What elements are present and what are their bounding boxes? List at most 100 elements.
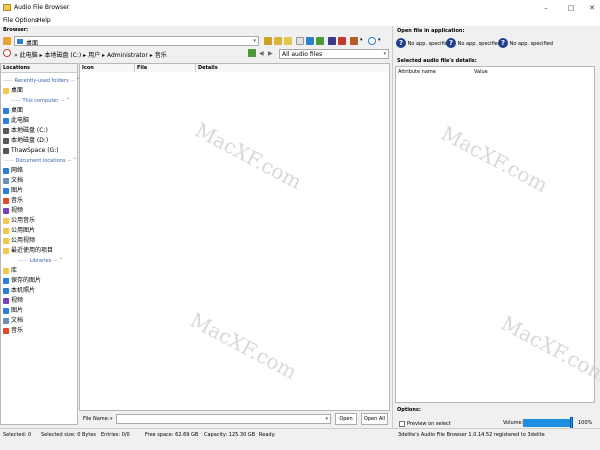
tree-item-label: 桌面 (11, 107, 24, 114)
view-icons-icon[interactable] (316, 37, 324, 45)
column-attribute-name[interactable]: Attribute name (398, 69, 436, 75)
tag-icon[interactable] (328, 37, 336, 45)
address-value: 桌面 (26, 40, 39, 47)
up-folder-icon[interactable] (274, 37, 282, 45)
search-dropdown-icon[interactable]: ▾ (378, 37, 381, 43)
bookmark-icon[interactable] (350, 37, 358, 45)
chevron-down-icon[interactable]: ▾ (383, 51, 386, 57)
filter-green-icon[interactable] (248, 49, 256, 57)
tree-item[interactable]: 本地磁盘 (C:) (3, 126, 77, 136)
app-slot-2[interactable]: ? No app. specified (446, 38, 501, 48)
tree-item[interactable]: 本地磁盘 (D:) (3, 136, 77, 146)
tree-item[interactable]: 桌面 (3, 86, 77, 96)
splitter[interactable] (392, 26, 393, 428)
watermark: MacXF.com (186, 307, 301, 385)
volume-value: 100% (578, 420, 593, 426)
tree-group-title: Document locations (15, 158, 66, 164)
tree-item[interactable]: 网络 (3, 166, 77, 176)
file-type-filter[interactable]: All audio files ▾ (279, 49, 389, 59)
folder-icon (3, 217, 9, 224)
tree-item[interactable]: 图片 (3, 306, 77, 316)
tree-item[interactable]: 库 (3, 266, 77, 276)
minimize-icon[interactable]: – (540, 4, 552, 13)
breadcrumb-item[interactable]: 音乐 (155, 52, 167, 59)
video-icon (3, 297, 9, 304)
file-list[interactable]: Icon File Details MacXF.com MacXF.com (79, 63, 390, 411)
collapse-icon[interactable]: ˄ (59, 258, 62, 264)
chevron-down-icon[interactable]: ▾ (253, 38, 256, 44)
open-all-button[interactable]: Open All (361, 413, 388, 425)
column-details[interactable]: Details (196, 64, 389, 72)
tree-item[interactable]: 音乐 (3, 326, 77, 336)
app-slot-label: No app. specified (509, 41, 553, 47)
tree-item[interactable]: 文档 (3, 176, 77, 186)
tree-item[interactable]: 保存的图片 (3, 276, 77, 286)
locations-panel: Locations —— Recently-used folders — ˄桌面… (0, 63, 79, 425)
open-in-label: Open file in application: (397, 28, 465, 34)
tree-item[interactable]: 公用视频 (3, 236, 77, 246)
tree-group-header[interactable]: —— Libraries — ˄ (3, 256, 77, 266)
preview-checkbox[interactable] (399, 421, 405, 427)
status-bar: Selected: 0 Selected size: 0 Bytes Entri… (0, 428, 600, 440)
settings-icon[interactable] (338, 37, 346, 45)
tree-item[interactable]: 图片 (3, 186, 77, 196)
breadcrumb-item[interactable]: 用户 (88, 52, 100, 59)
tree-item[interactable]: 本机照片 (3, 286, 77, 296)
divider: — (70, 78, 76, 84)
pictures-icon (3, 307, 9, 314)
divider: — (52, 258, 58, 264)
menu-options[interactable]: Options (15, 17, 38, 24)
address-combo[interactable]: 桌面 ▾ (14, 36, 259, 47)
drive-icon (3, 137, 9, 144)
column-value[interactable]: Value (474, 69, 488, 75)
breadcrumb-item[interactable]: 本地磁盘 (C:) (44, 52, 81, 59)
tree-group-header[interactable]: —— Document locations — ˄ (3, 156, 77, 166)
bookmark-dropdown-icon[interactable]: ▾ (360, 37, 363, 43)
desktop-icon (3, 107, 9, 114)
folder-icon (3, 227, 9, 234)
tree-item[interactable]: 文档 (3, 316, 77, 326)
open-button[interactable]: Open (335, 413, 357, 425)
close-icon[interactable]: ✕ (586, 4, 598, 13)
collapse-icon[interactable]: ˄ (74, 158, 77, 164)
tree-item[interactable]: 视频 (3, 206, 77, 216)
chevron-down-icon[interactable]: ▾ (325, 416, 328, 422)
column-icon[interactable]: Icon (80, 64, 135, 72)
tree-item[interactable]: ThawSpace (G:) (3, 146, 77, 156)
app-slot-3[interactable]: ? No app. specified (498, 38, 553, 48)
filename-dropdown-icon[interactable]: ▾ (110, 416, 113, 422)
tree-group-header[interactable]: —— Recently-used folders — ˄ (3, 76, 79, 86)
app-slot-1[interactable]: ? No app. specified (396, 38, 451, 48)
tree-item[interactable]: 音乐 (3, 196, 77, 206)
column-file[interactable]: File (135, 64, 196, 72)
collapse-icon[interactable]: ˄ (67, 98, 70, 104)
breadcrumb-item[interactable]: 此电脑 (20, 52, 38, 59)
new-folder-icon[interactable] (284, 37, 292, 45)
filename-label: File Name: (83, 416, 110, 422)
search-icon[interactable] (368, 37, 376, 45)
view-details-icon[interactable] (306, 37, 314, 45)
refresh-icon[interactable] (264, 37, 272, 45)
tree-item[interactable]: 公用音乐 (3, 216, 77, 226)
computer-icon (3, 117, 9, 124)
locations-tree: —— Recently-used folders — ˄桌面—— This co… (3, 76, 79, 336)
tree-item[interactable]: 桌面 (3, 106, 77, 116)
nav-forward-icon[interactable]: ▶ (268, 50, 273, 57)
tree-item-label: 保存的图片 (11, 277, 42, 284)
nav-back-icon[interactable]: ◀ (259, 50, 264, 57)
breadcrumb: » 此电脑 ▸ 本地磁盘 (C:) ▸ 用户 ▸ Administrator ▸… (14, 50, 167, 59)
tree-item[interactable]: 此电脑 (3, 116, 77, 126)
breadcrumb-item[interactable]: Administrator (107, 52, 148, 59)
filename-input[interactable]: ▾ (116, 414, 331, 424)
volume-slider[interactable] (523, 417, 573, 429)
tree-item[interactable]: 公用图片 (3, 226, 77, 236)
tree-item[interactable]: 视频 (3, 296, 77, 306)
maximize-icon[interactable]: □ (565, 4, 577, 13)
view-list-icon[interactable] (296, 37, 304, 45)
menu-file[interactable]: File (3, 17, 13, 24)
back-circle-icon[interactable] (3, 49, 11, 57)
tree-item[interactable]: 最近使用的项目 (3, 246, 77, 256)
tree-group-header[interactable]: —— This computer — ˄ (3, 96, 77, 106)
menu-help[interactable]: Help (37, 17, 51, 24)
status-capacity: Capacity: 125.30 GB (204, 432, 256, 438)
